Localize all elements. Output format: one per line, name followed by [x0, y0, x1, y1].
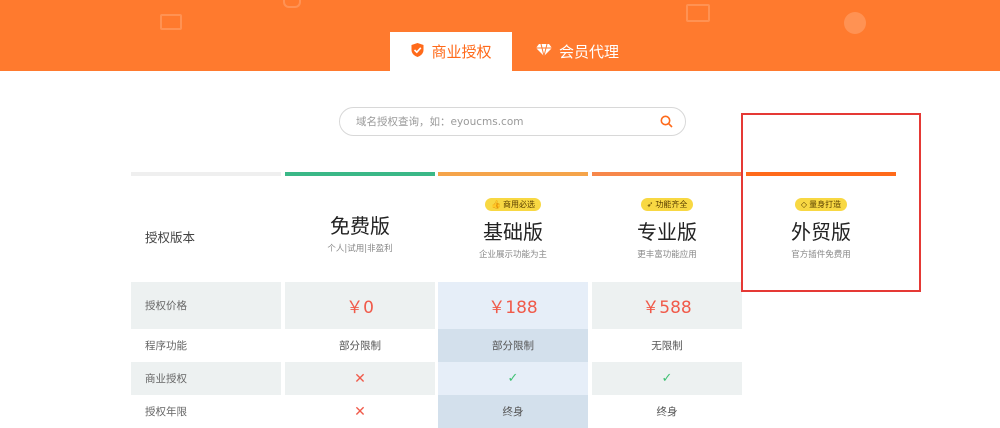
- plan-free: 免费版 个人|试用|非盈利: [285, 192, 435, 254]
- domain-search-box: [339, 107, 686, 136]
- plan-name: 外贸版: [791, 220, 851, 244]
- features-free: 部分限制: [339, 340, 381, 352]
- thumbs-up-icon: 👍: [491, 200, 501, 209]
- pro-plan-line: [592, 172, 742, 176]
- tab-label: 商业授权: [431, 43, 492, 61]
- basic-plan-line: [438, 172, 588, 176]
- pie-decoration-icon: [844, 12, 866, 34]
- plan-description: 更丰富功能应用: [637, 250, 697, 260]
- plan-pro: ➶ 功能齐全 专业版 更丰富功能应用: [592, 192, 742, 260]
- row-label-period: 授权年限: [145, 406, 187, 418]
- header-banner: 商业授权 会员代理: [0, 0, 1000, 71]
- plan-description: 官方插件免费用: [791, 250, 851, 260]
- features-basic: 部分限制: [438, 329, 588, 362]
- plan-trade: ◇ 量身打造 外贸版 官方插件免费用: [746, 192, 896, 260]
- price-basic: ￥188: [438, 282, 588, 329]
- plan-basic: 👍 商用必选 基础版 企业展示功能为主: [438, 192, 588, 260]
- diamond-icon: [535, 43, 559, 61]
- rocket-icon: ➶: [646, 200, 654, 209]
- period-basic: 终身: [438, 395, 588, 428]
- image-decoration-icon: [686, 4, 710, 22]
- cup-decoration-icon: [283, 0, 301, 8]
- shield-check-icon: [410, 42, 431, 62]
- plan-name: 免费版: [330, 214, 390, 238]
- diamond-icon: ◇: [800, 200, 808, 209]
- trade-plan-line: [746, 172, 896, 176]
- plan-badge: 👍 商用必选: [485, 198, 541, 211]
- plan-badge: ◇ 量身打造: [794, 198, 848, 211]
- plan-version-label: 授权版本: [145, 230, 196, 245]
- tab-member-agent[interactable]: 会员代理: [512, 32, 642, 71]
- tab-label: 会员代理: [558, 43, 619, 61]
- search-icon[interactable]: [659, 115, 673, 129]
- plan-description: 企业展示功能为主: [478, 250, 547, 260]
- label-column-line: [131, 172, 281, 176]
- chart-decoration-icon: [160, 14, 182, 30]
- row-label-features: 程序功能: [145, 340, 187, 352]
- cross-icon: ✕: [285, 362, 435, 395]
- check-icon: ✓: [592, 362, 742, 395]
- price-free: ￥0: [285, 282, 435, 329]
- plan-name: 基础版: [483, 220, 543, 244]
- domain-search-input[interactable]: [356, 115, 659, 128]
- period-pro: 终身: [656, 406, 678, 418]
- badge-label: 商用必选: [502, 200, 535, 209]
- badge-label: 功能齐全: [655, 200, 688, 209]
- check-icon: ✓: [438, 362, 588, 395]
- free-plan-line: [285, 172, 435, 176]
- features-pro: 无限制: [651, 340, 683, 352]
- plan-name: 专业版: [637, 220, 697, 244]
- cross-icon: ✕: [354, 403, 366, 420]
- tab-commercial-license[interactable]: 商业授权: [390, 32, 512, 71]
- row-label-commercial: 商业授权: [131, 362, 281, 395]
- price-pro: ￥588: [592, 282, 742, 329]
- plan-description: 个人|试用|非盈利: [327, 244, 393, 254]
- row-label-price: 授权价格: [131, 282, 281, 329]
- plan-badge: ➶ 功能齐全: [640, 198, 694, 211]
- badge-label: 量身打造: [809, 200, 842, 209]
